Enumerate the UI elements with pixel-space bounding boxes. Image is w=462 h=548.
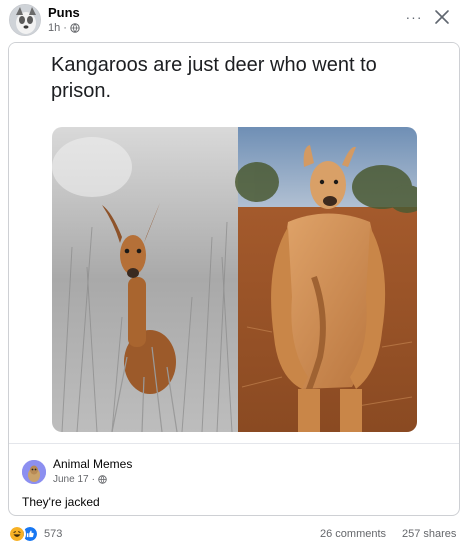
meme-photo[interactable] bbox=[52, 127, 417, 432]
close-button[interactable] bbox=[432, 6, 452, 28]
close-icon bbox=[435, 10, 449, 24]
page-avatar[interactable] bbox=[9, 4, 41, 36]
post-meta: 1h · bbox=[48, 22, 80, 34]
source-meta: June 17 · bbox=[53, 474, 107, 485]
source-text: They're jacked bbox=[22, 495, 100, 509]
shared-post-card[interactable]: Kangaroos are just deer who went to pris… bbox=[8, 42, 460, 516]
haha-icon bbox=[8, 525, 26, 543]
post-footer: 573 26 comments 257 shares bbox=[0, 520, 462, 548]
reactions-summary[interactable]: 573 bbox=[8, 525, 62, 543]
meme-area[interactable]: Kangaroos are just deer who went to pris… bbox=[9, 43, 459, 444]
source-name[interactable]: Animal Memes bbox=[53, 457, 132, 471]
globe-icon[interactable] bbox=[98, 475, 107, 484]
meme-caption: Kangaroos are just deer who went to pris… bbox=[51, 54, 377, 102]
post-header: Puns 1h · ··· bbox=[0, 0, 462, 40]
shares-count-link[interactable]: 257 shares bbox=[402, 528, 456, 540]
reaction-count[interactable]: 573 bbox=[44, 528, 62, 540]
source-separator: · bbox=[91, 474, 95, 485]
source-post: Animal Memes June 17 · They're jacked bbox=[9, 444, 459, 515]
source-date[interactable]: June 17 bbox=[53, 474, 89, 485]
more-options-button[interactable]: ··· bbox=[402, 8, 426, 28]
meta-separator: · bbox=[63, 22, 67, 34]
source-avatar[interactable] bbox=[22, 460, 46, 484]
post-time[interactable]: 1h bbox=[48, 22, 60, 34]
page-name[interactable]: Puns bbox=[48, 5, 80, 20]
comments-count-link[interactable]: 26 comments bbox=[320, 528, 386, 540]
globe-icon[interactable] bbox=[70, 23, 80, 33]
